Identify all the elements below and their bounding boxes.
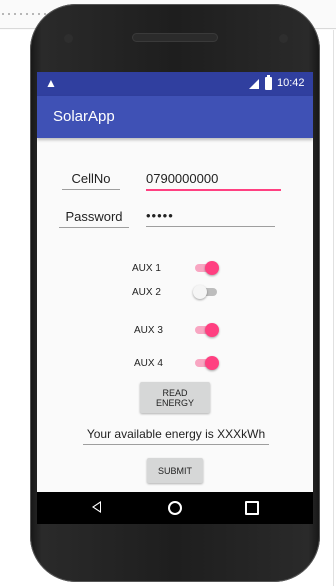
password-label: Password — [59, 209, 129, 228]
aux1-switch[interactable] — [195, 261, 219, 275]
aux4-label: AUX 4 — [134, 358, 163, 369]
status-time: 10:42 — [277, 77, 305, 89]
aux1-label: AUX 1 — [132, 263, 161, 274]
warning-icon: ▲ — [45, 76, 57, 90]
back-icon[interactable] — [92, 501, 101, 513]
phone-screen: ▲ 10:42 SolarApp CellNo Password AUX 1 A… — [37, 72, 313, 524]
phone-frame: ▲ 10:42 SolarApp CellNo Password AUX 1 A… — [30, 4, 320, 582]
cellno-label: CellNo — [62, 171, 120, 190]
signal-icon — [249, 79, 259, 89]
aux4-switch[interactable] — [195, 356, 219, 370]
read-energy-button[interactable]: READ ENERGY — [140, 382, 210, 413]
switch-thumb — [205, 323, 219, 337]
submit-button[interactable]: SUBMIT — [147, 458, 203, 483]
camera-icon — [64, 34, 73, 43]
energy-readout: Your available energy is XXXkWh — [83, 427, 269, 445]
switch-thumb — [205, 261, 219, 275]
aux3-switch[interactable] — [195, 323, 219, 337]
read-energy-line1: READ — [162, 387, 188, 398]
home-icon[interactable] — [168, 501, 182, 515]
password-input[interactable] — [146, 208, 275, 227]
status-bar: ▲ 10:42 — [37, 72, 313, 96]
recents-icon[interactable] — [245, 501, 259, 515]
read-energy-line2: ENERGY — [155, 397, 194, 408]
switch-thumb — [205, 356, 219, 370]
switch-thumb — [193, 285, 207, 299]
sensor-icon — [279, 34, 288, 43]
aux2-label: AUX 2 — [132, 287, 161, 298]
speaker-grille — [133, 34, 217, 41]
battery-icon — [265, 75, 272, 90]
aux2-switch[interactable] — [193, 285, 217, 299]
aux3-label: AUX 3 — [134, 325, 163, 336]
navigation-bar — [37, 492, 313, 524]
app-bar: SolarApp — [37, 96, 313, 138]
cellno-input[interactable] — [146, 171, 281, 191]
app-title: SolarApp — [53, 108, 115, 125]
window-edge — [333, 30, 334, 586]
